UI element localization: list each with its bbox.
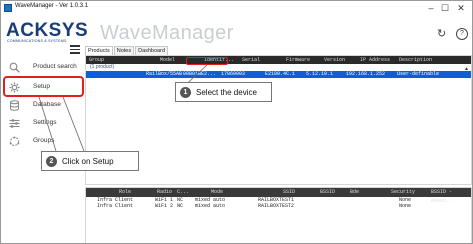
cell-serial: 17060003 (221, 71, 246, 77)
column-header[interactable]: Version (324, 56, 345, 64)
tab-products[interactable]: Products (85, 46, 113, 55)
cell-version: 5.12.10.1 (306, 71, 334, 77)
product-grid: Group Model Identif... Serial Firmware V… (85, 55, 472, 185)
database-icon (10, 100, 19, 111)
column-header[interactable]: Model (160, 56, 175, 64)
app-icon (4, 4, 12, 12)
step2-number: 2 (46, 156, 57, 167)
grid-header: Group Model Identif... Serial Firmware V… (86, 56, 471, 64)
sliders-icon (9, 119, 20, 128)
cell-role: Infra Client (97, 203, 134, 209)
step2-text: Click on Setup (62, 157, 114, 166)
cell-identifier: 00B01BE2... (183, 71, 217, 77)
device-highlight-box (186, 57, 228, 65)
refresh-icon[interactable]: ↻ (437, 27, 446, 40)
sidebar-item-product-search[interactable]: Product search (1, 57, 84, 77)
sidebar-item-database[interactable]: Database (1, 95, 84, 115)
column-header[interactable]: Bde (350, 188, 359, 197)
cell-ip-address: 192.168.1.252 (346, 71, 386, 77)
cell-model: RailBox/55AB (146, 71, 183, 77)
column-header[interactable]: C... (177, 188, 189, 197)
logo-tagline: COMMUNICATIONS & SYSTEMS (7, 39, 67, 43)
logo: ACKSYS (6, 20, 89, 41)
window-title: WaveManager - Ver 1.0.3.1 (15, 3, 89, 9)
help-icon[interactable]: ? (456, 28, 468, 40)
tab-bar: Products Notes Dashboard (85, 46, 169, 55)
column-header[interactable]: Group (89, 56, 104, 64)
column-header[interactable]: Firmware (286, 56, 310, 64)
step1-number: 1 (180, 87, 191, 98)
sidebar-item-label: Groups (33, 137, 55, 144)
cell-ssid: RAILBOXTEST2 (258, 203, 295, 209)
column-header[interactable]: BSSID (320, 188, 335, 197)
sidebar-item-settings[interactable]: Settings (1, 113, 84, 133)
minimize-button[interactable]: – (424, 2, 438, 14)
column-header[interactable]: Radio (157, 188, 172, 197)
groups-icon (9, 136, 20, 146)
sidebar-item-label: Database (33, 101, 61, 108)
title-bar: WaveManager - Ver 1.0.3.1 – ☐ ✕ (1, 1, 472, 16)
grid-header: Role Radio C... Mode SSID BSSID Bde Secu… (86, 188, 471, 204)
radio-grid: Role Radio C... Mode SSID BSSID Bde Secu… (85, 187, 472, 243)
cell-security: None (399, 203, 412, 209)
group-label[interactable]: (1 product) (86, 64, 471, 71)
cell-channel: NC (177, 203, 184, 209)
scroll-up-icon[interactable]: ▲ (464, 66, 469, 72)
sidebar-item-label: Settings (33, 119, 57, 126)
maximize-button[interactable]: ☐ (438, 2, 452, 14)
sidebar-item-label: Product search (33, 63, 77, 70)
step1-text: Select the device (196, 88, 257, 97)
cell-firmware: E2100.4C.1 (265, 71, 296, 77)
app-title: WaveManager (100, 22, 234, 44)
column-header[interactable]: Description (399, 56, 432, 64)
step2-callout: 2 Click on Setup (41, 151, 139, 171)
column-header[interactable]: Role (119, 188, 131, 197)
column-header[interactable]: Serial (242, 56, 260, 64)
tab-dashboard[interactable]: Dashboard (135, 46, 169, 55)
cell-description: User-definable (397, 71, 440, 77)
tab-notes[interactable]: Notes (113, 46, 135, 55)
table-row[interactable]: RailBox/55AB 00B01BE2... 17060003 E2100.… (86, 71, 471, 78)
hamburger-menu-icon[interactable] (70, 45, 80, 54)
column-header[interactable]: IP Address (360, 56, 390, 64)
column-header[interactable]: Mode (211, 188, 223, 197)
step1-callout: 1 Select the device (175, 82, 272, 102)
cell-radio: WiFi 2 (155, 203, 174, 209)
magnify-icon (9, 62, 20, 73)
close-button[interactable]: ✕ (454, 2, 468, 14)
table-row[interactable]: Infra Client WiFi 2 NC mixed auto RAILBO… (86, 203, 471, 209)
cell-mode: mixed auto (195, 203, 226, 209)
app-window: WaveManager - Ver 1.0.3.1 – ☐ ✕ ACKSYS C… (0, 0, 473, 244)
column-header[interactable]: SSID (283, 188, 295, 197)
setup-highlight-box (3, 76, 84, 97)
sidebar-item-groups[interactable]: Groups (1, 131, 84, 151)
main-panel: Products Notes Dashboard Group Model Ident… (85, 46, 472, 243)
column-header[interactable]: Security (391, 188, 415, 197)
